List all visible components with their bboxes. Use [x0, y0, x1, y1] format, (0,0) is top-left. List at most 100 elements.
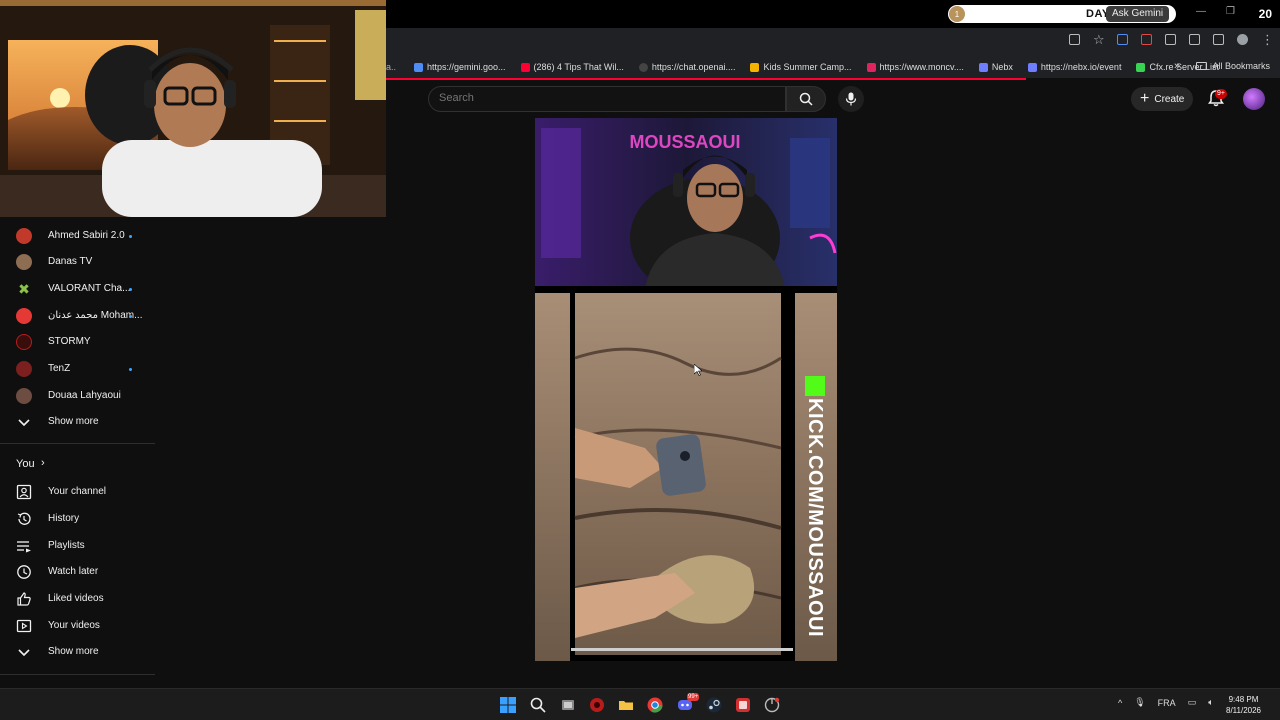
sidebar: Ahmed Sabiri 2.0 Danas TV ✖ VALORANT Cha… — [0, 217, 155, 677]
history-icon — [17, 512, 31, 525]
windows-taskbar: 99+ ^ 🎙︎ FRA ▭ 🔈︎ 9:48 PM 8/11/2026 — [0, 688, 1280, 720]
chevron-down-icon — [18, 649, 30, 657]
bookmark-favicon-icon — [750, 62, 760, 72]
microphone-tray-icon[interactable]: 🎙︎ — [1134, 697, 1145, 708]
bookmark-item[interactable]: https://nebx.io/event — [1027, 62, 1121, 72]
shorts-video-player[interactable]: KICK.COM/MOUSSAOUI MOUSSAOUI — [535, 118, 837, 661]
bookmark-item[interactable]: Nebx — [978, 62, 1013, 72]
bookmark-favicon-icon — [1136, 62, 1146, 72]
volume-icon[interactable]: 🔈︎ — [1208, 697, 1213, 708]
youtube-favicon-icon — [520, 62, 530, 72]
sidebar-item-your-channel[interactable]: Your channel — [0, 479, 155, 505]
sidebar-item-playlists[interactable]: Playlists — [0, 533, 155, 559]
channel-avatar-icon — [16, 388, 32, 404]
openai-favicon-icon — [638, 62, 648, 72]
file-explorer-icon[interactable] — [618, 697, 634, 713]
microphone-icon — [845, 92, 857, 106]
ask-gemini-button[interactable]: Ask Gemini — [1106, 6, 1170, 22]
webcam-overlay — [0, 0, 386, 217]
notification-count-badge: 9+ — [1215, 89, 1227, 99]
search-box[interactable] — [428, 86, 786, 112]
extensions-puzzle-icon[interactable] — [1189, 34, 1200, 45]
network-icon[interactable]: ▭ — [1188, 697, 1197, 708]
subscription-item[interactable]: Danas TV — [0, 249, 155, 275]
playlists-icon — [17, 541, 31, 553]
webcam-feed-image — [0, 0, 386, 217]
sidebar-item-your-videos[interactable]: Your videos — [0, 613, 155, 639]
taskbar-search-icon[interactable] — [530, 697, 546, 713]
system-tray: ^ 🎙︎ FRA ▭ 🔈︎ — [1118, 697, 1214, 708]
profile-icon[interactable] — [1237, 34, 1248, 45]
bookmark-item[interactable]: https://www.moncv.... — [866, 62, 964, 72]
bookmark-item[interactable]: https://chat.openai.... — [638, 62, 735, 72]
bookmark-favicon-icon — [866, 62, 876, 72]
bookmarks-overflow-icon[interactable]: » — [1174, 60, 1180, 72]
subscription-item[interactable]: محمد عدنان Moham... — [0, 303, 155, 329]
bookmark-item[interactable]: Kids Summer Camp... — [750, 62, 852, 72]
bookmark-item[interactable]: (286) 4 Tips That Wil... — [520, 62, 624, 72]
all-bookmarks-button[interactable]: All Bookmarks — [1196, 61, 1270, 71]
chrome-icon[interactable] — [647, 697, 663, 713]
watch-later-icon — [17, 565, 31, 579]
bookmark-star-icon[interactable]: ☆ — [1093, 33, 1105, 46]
search-button[interactable] — [786, 86, 826, 112]
valorant-icon: ✖ — [18, 281, 30, 297]
bookmark-favicon-icon — [414, 62, 423, 72]
sidebar-item-history[interactable]: History — [0, 506, 155, 532]
live-dot — [129, 368, 132, 371]
extension-audio-icon[interactable] — [1117, 34, 1128, 45]
search-icon — [799, 92, 813, 106]
account-avatar[interactable] — [1243, 88, 1265, 110]
live-dot — [129, 288, 132, 291]
bookmark-item[interactable]: https://gemini.goo... — [414, 62, 506, 72]
sidebar-item-liked-videos[interactable]: Liked videos — [0, 586, 155, 612]
show-more-you[interactable]: Show more — [0, 639, 155, 665]
window-controls: — ❐ — [1196, 6, 1235, 17]
install-app-icon[interactable] — [1069, 34, 1080, 45]
bookmark-favicon-icon — [978, 62, 988, 72]
extension-record-icon[interactable] — [1141, 34, 1152, 45]
subscription-item[interactable]: Ahmed Sabiri 2.0 — [0, 223, 155, 249]
discord-badge: 99+ — [687, 693, 700, 701]
show-more-subscriptions[interactable]: Show more — [0, 409, 155, 435]
minimize-icon[interactable]: — — [1196, 6, 1206, 17]
liked-videos-icon — [17, 592, 31, 606]
live-dot — [129, 235, 132, 238]
bookmarks-bar: a.. https://gemini.goo... (286) 4 Tips T… — [386, 56, 1280, 78]
menu-kebab-icon[interactable]: ⋮ — [1261, 33, 1274, 46]
create-button[interactable]: + Create — [1131, 87, 1193, 111]
search-input[interactable] — [439, 92, 769, 104]
windows-start-icon[interactable] — [500, 697, 516, 713]
live-dot — [129, 315, 132, 318]
app-power-icon[interactable] — [764, 697, 780, 713]
voice-search-button[interactable] — [838, 86, 864, 112]
language-indicator[interactable]: FRA — [1158, 698, 1176, 708]
app-red-square-icon[interactable] — [735, 697, 751, 713]
sidebar-divider — [0, 443, 155, 444]
reading-list-icon[interactable] — [1213, 34, 1224, 45]
channel-avatar-icon — [16, 308, 32, 324]
mouse-cursor-icon — [694, 364, 702, 376]
kick-url-text: KICK.COM/MOUSSAOUI — [804, 398, 826, 637]
room-sign-text: MOUSSAOUI — [629, 132, 740, 152]
app-red-circle-icon[interactable] — [589, 697, 605, 713]
folder-icon — [1196, 62, 1208, 70]
browser-toolbar: ☆ ⋮ — [386, 28, 1280, 56]
day-knob: 1 — [949, 6, 965, 22]
subscription-item[interactable]: Douaa Lahyaoui — [0, 383, 155, 409]
subscription-item[interactable]: STORMY — [0, 329, 155, 355]
channel-avatar-icon — [16, 334, 32, 350]
chevron-right-icon: › — [41, 457, 45, 469]
subscription-item[interactable]: TenZ — [0, 356, 155, 382]
you-section-header[interactable]: You › — [0, 452, 155, 478]
taskbar-clock[interactable]: 9:48 PM 8/11/2026 — [1226, 694, 1261, 716]
tray-overflow-icon[interactable]: ^ — [1118, 698, 1122, 708]
restore-icon[interactable]: ❐ — [1226, 6, 1235, 17]
steam-icon[interactable] — [706, 697, 722, 713]
sidebar-item-watch-later[interactable]: Watch later — [0, 559, 155, 585]
task-view-icon[interactable] — [560, 697, 576, 713]
subscription-item[interactable]: ✖ VALORANT Cha... — [0, 276, 155, 302]
extension-qr-icon[interactable] — [1165, 34, 1176, 45]
your-videos-icon — [16, 619, 32, 633]
your-channel-icon — [16, 484, 32, 500]
